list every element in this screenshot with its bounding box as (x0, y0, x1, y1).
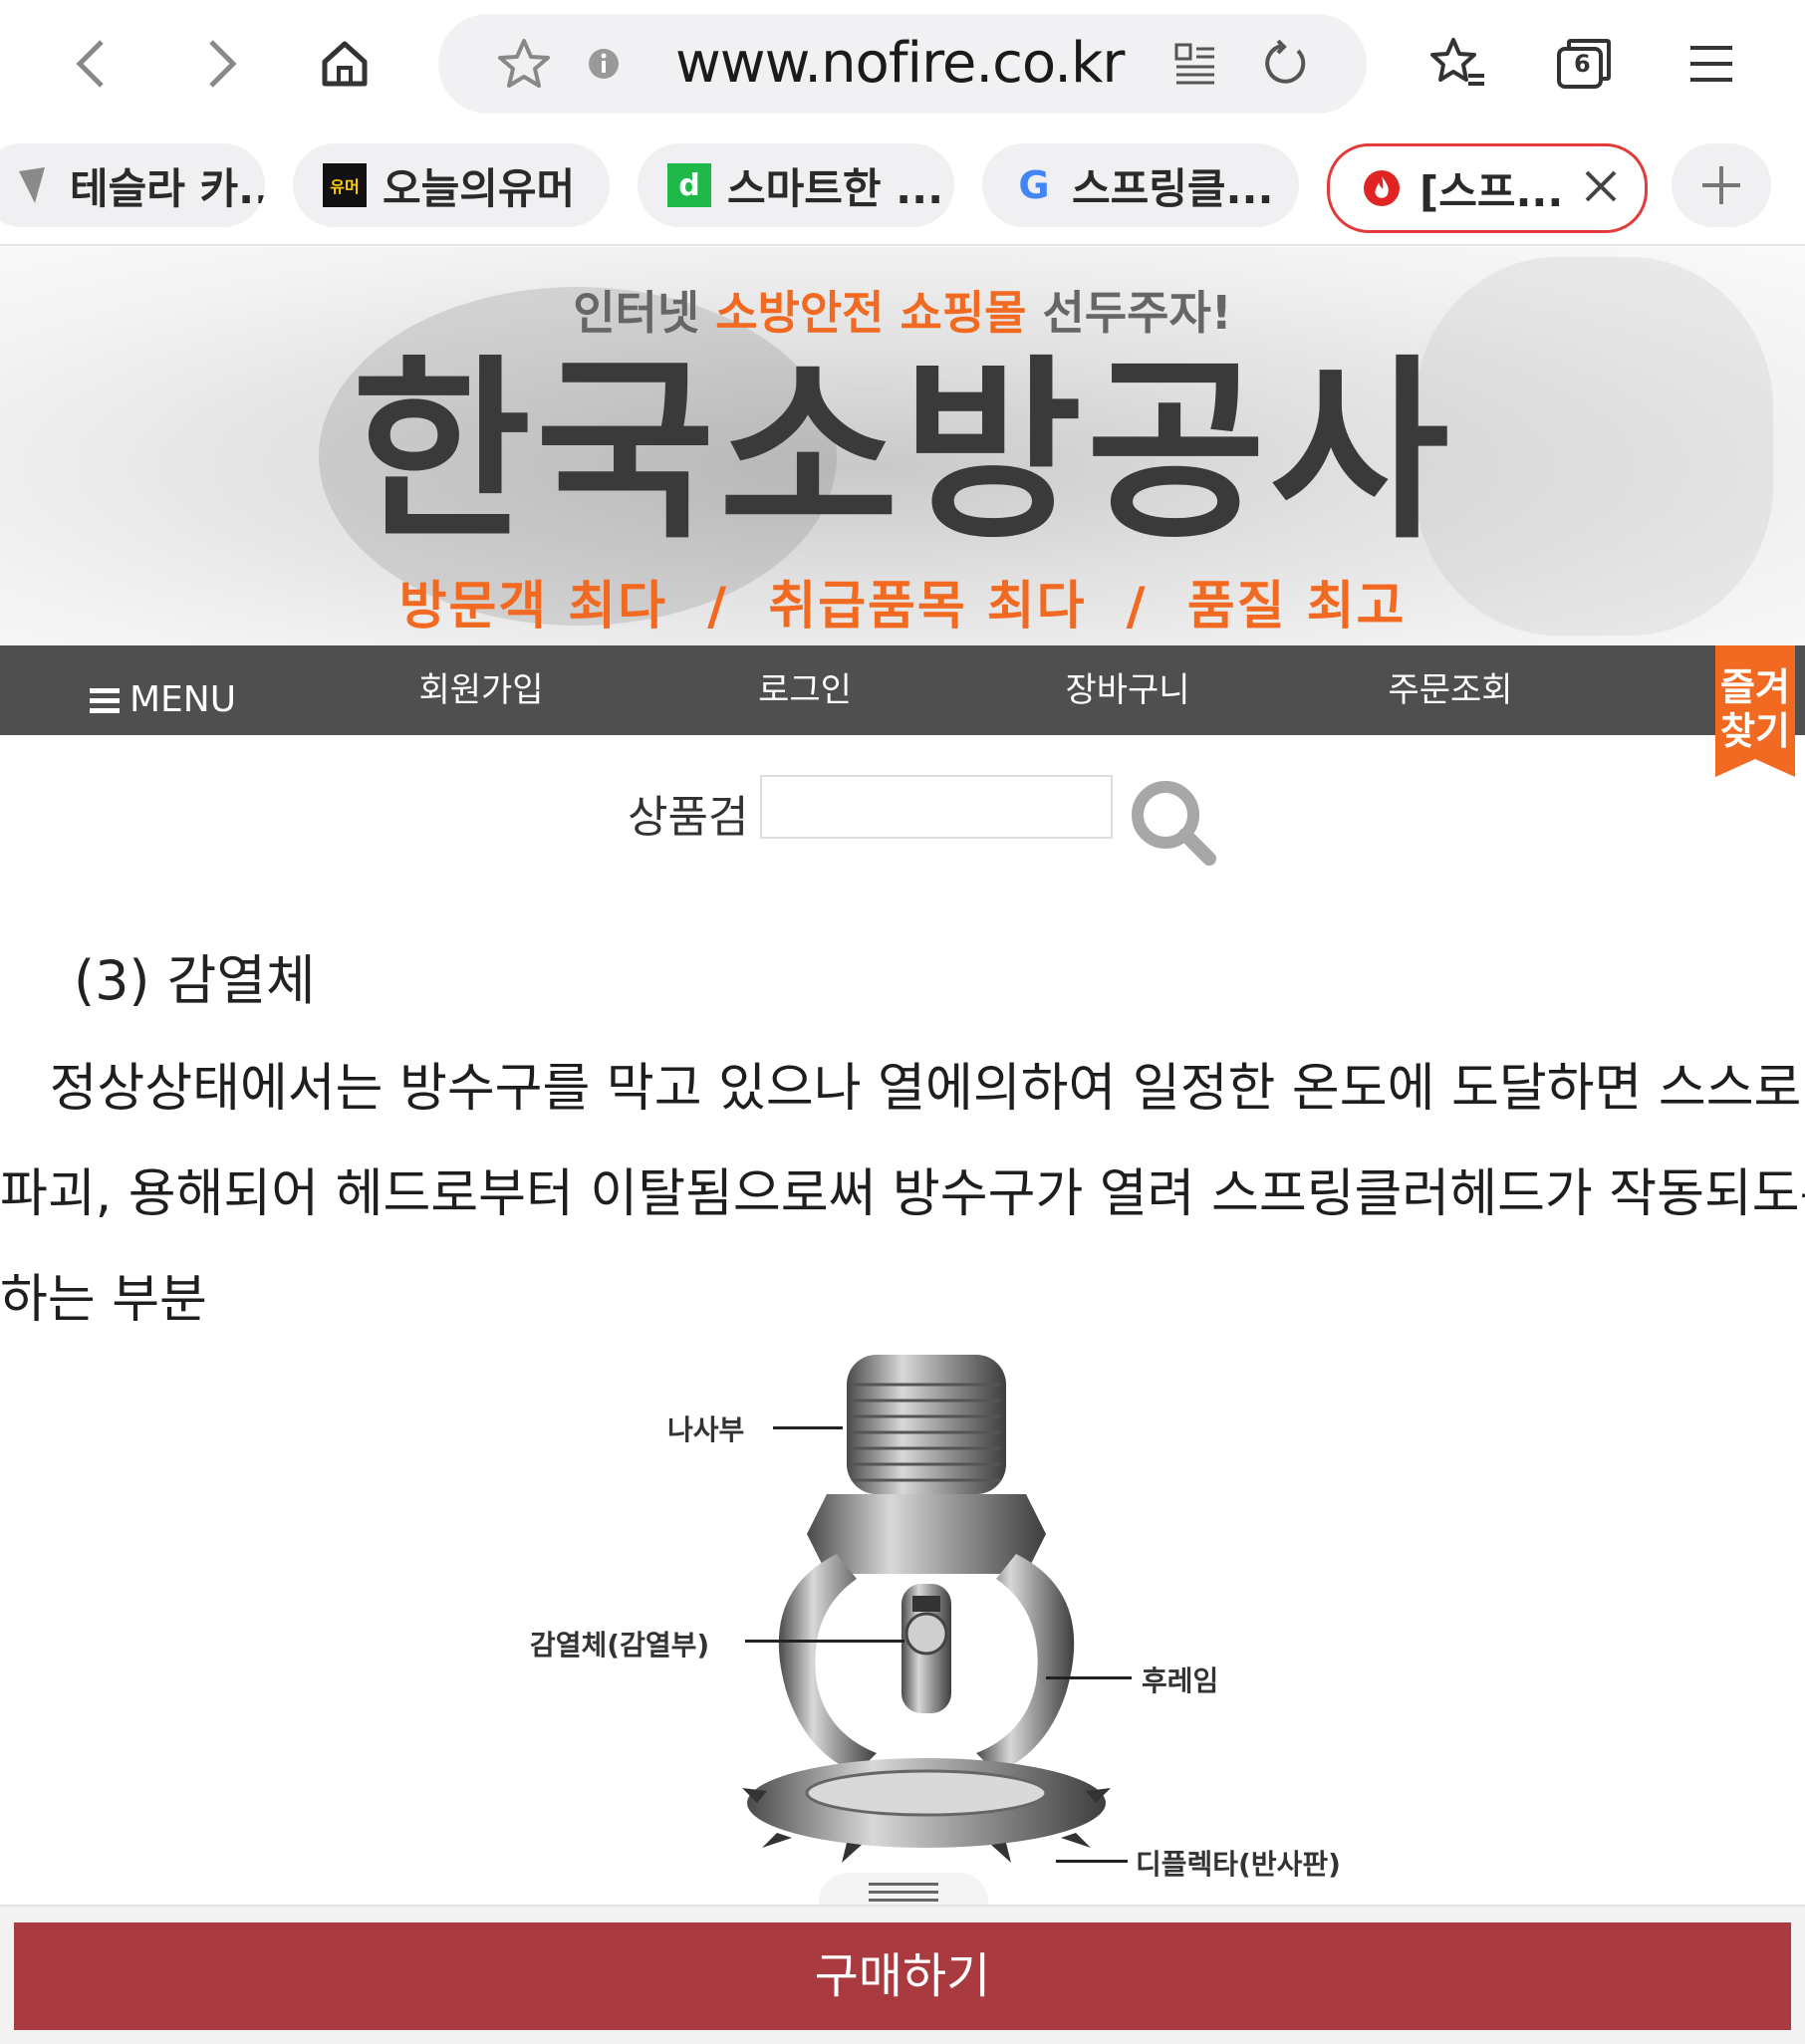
site-banner[interactable]: 인터넷 소방안전 쇼핑몰 선두주자! 한국소방공사 방문객 최다 / 취급품목 … (0, 247, 1805, 645)
dwise-favicon-icon: d (667, 163, 711, 207)
favorites-button[interactable] (1417, 22, 1500, 106)
close-tab-icon[interactable] (1579, 164, 1623, 208)
star-list-icon (1430, 38, 1484, 86)
leader-line (1046, 1676, 1132, 1679)
main-nav: MENU 회원가입 로그인 장바구니 주문조회 (0, 645, 1805, 735)
menu-button[interactable]: MENU (90, 645, 236, 755)
tab-label: 테슬라 카... (70, 163, 265, 213)
article-paragraph: 정상상태에서는 방수구를 막고 있으나 열에의하여 일정한 온도에 도달하면 스… (0, 1036, 1805, 1353)
nav-item-signup[interactable]: 회원가입 (382, 645, 581, 735)
tesla-favicon-icon (10, 163, 54, 207)
tab-todayhumor[interactable]: 유머 오늘의유머 (293, 143, 610, 227)
tab-strip: 테슬라 카... 유머 오늘의유머 d 스마트한 ... G 스프링클... [… (0, 135, 1805, 245)
reader-mode-button[interactable] (1154, 22, 1237, 106)
nav-item-login[interactable]: 로그인 (705, 645, 904, 735)
label-heat-element: 감열체(감열부) (530, 1629, 710, 1661)
label-thread: 나사부 (667, 1413, 745, 1446)
sprinkler-head-illustration (742, 1355, 1111, 1863)
tab-label: 스프링클... (1072, 163, 1274, 213)
reader-mode-icon (1174, 43, 1214, 85)
chevron-right-icon (209, 40, 237, 88)
search-icon (1132, 781, 1216, 866)
home-button[interactable] (303, 22, 387, 106)
plus-icon (1702, 166, 1740, 204)
reload-icon (1265, 39, 1306, 84)
leader-line (745, 1640, 904, 1643)
tab-label: [스프... (1419, 166, 1564, 216)
chevron-left-icon (76, 40, 104, 88)
favorite-bookmark-tag[interactable]: 즐겨 찾기 (1715, 645, 1795, 777)
browser-toolbar: www.nofire.co.kr 6 (0, 0, 1805, 129)
tab-sprinkler-google[interactable]: G 스프링클... (982, 143, 1299, 227)
tab-tesla[interactable]: 테슬라 카... (0, 143, 265, 227)
leader-line (1056, 1860, 1128, 1863)
buy-button[interactable]: 구매하기 (14, 1922, 1791, 2030)
site-info-button[interactable] (562, 22, 645, 106)
forward-button[interactable] (179, 22, 263, 106)
product-search-label: 상품검 (628, 792, 749, 843)
main-menu-button[interactable] (1670, 22, 1753, 106)
star-outline-icon (498, 39, 550, 88)
hamburger-icon (1690, 46, 1732, 82)
nav-item-cart[interactable]: 장바구니 (1028, 645, 1227, 735)
site-logo[interactable]: 한국소방공사 (0, 343, 1805, 562)
todayhumor-favicon-icon: 유머 (323, 163, 367, 207)
url-text[interactable]: www.nofire.co.kr (675, 14, 1125, 114)
tab-count: 6 (1574, 50, 1591, 78)
banner-subline: 방문객 최다 / 취급품목 최다 / 품질 최고 (398, 577, 1407, 637)
nav-item-orders[interactable]: 주문조회 (1351, 645, 1550, 735)
hamburger-icon (90, 688, 120, 713)
fire-favicon-icon (1360, 166, 1404, 210)
banner-tagline: 인터넷 소방안전 쇼핑몰 선두주자! (573, 286, 1232, 340)
tag-notch (1715, 759, 1795, 777)
label-frame: 후레임 (1142, 1664, 1219, 1697)
new-tab-button[interactable] (1672, 143, 1771, 227)
tabs-overview-button[interactable]: 6 (1542, 22, 1626, 106)
info-icon (589, 49, 619, 79)
search-button[interactable] (1126, 775, 1221, 871)
address-bar[interactable]: www.nofire.co.kr (438, 14, 1367, 114)
drawer-handle[interactable] (819, 1873, 988, 1907)
section-heading: (3) 감열체 (74, 949, 316, 1012)
bookmark-star-button[interactable] (482, 22, 566, 106)
paragraph-line: 정상상태에서는 방수구를 막고 있으나 열에의하여 일정한 온도에 도달하면 스… (0, 1059, 1802, 1119)
home-icon (322, 41, 368, 87)
tab-smart[interactable]: d 스마트한 ... (638, 143, 954, 227)
tab-sprinkler-active[interactable]: [스프... (1327, 143, 1648, 233)
menu-label: MENU (129, 679, 237, 720)
tab-label: 스마트한 ... (727, 163, 944, 213)
label-deflector: 디플렉타(반사판) (1136, 1848, 1341, 1881)
toolbar-divider (0, 244, 1805, 246)
sprinkler-head-diagram: 나사부 감열체(감열부) 후레임 디플렉타(반사판) (518, 1335, 1395, 1893)
product-search-input[interactable] (760, 775, 1113, 839)
tab-label: 오늘의유머 (383, 163, 576, 213)
google-favicon-icon: G (1018, 163, 1050, 207)
paragraph-line: 파괴, 용해되어 헤드로부터 이탈됨으로써 방수구가 열려 스프링클러헤드가 작… (0, 1164, 1805, 1224)
leader-line (773, 1426, 843, 1429)
reload-button[interactable] (1243, 22, 1327, 106)
back-button[interactable] (50, 22, 133, 106)
